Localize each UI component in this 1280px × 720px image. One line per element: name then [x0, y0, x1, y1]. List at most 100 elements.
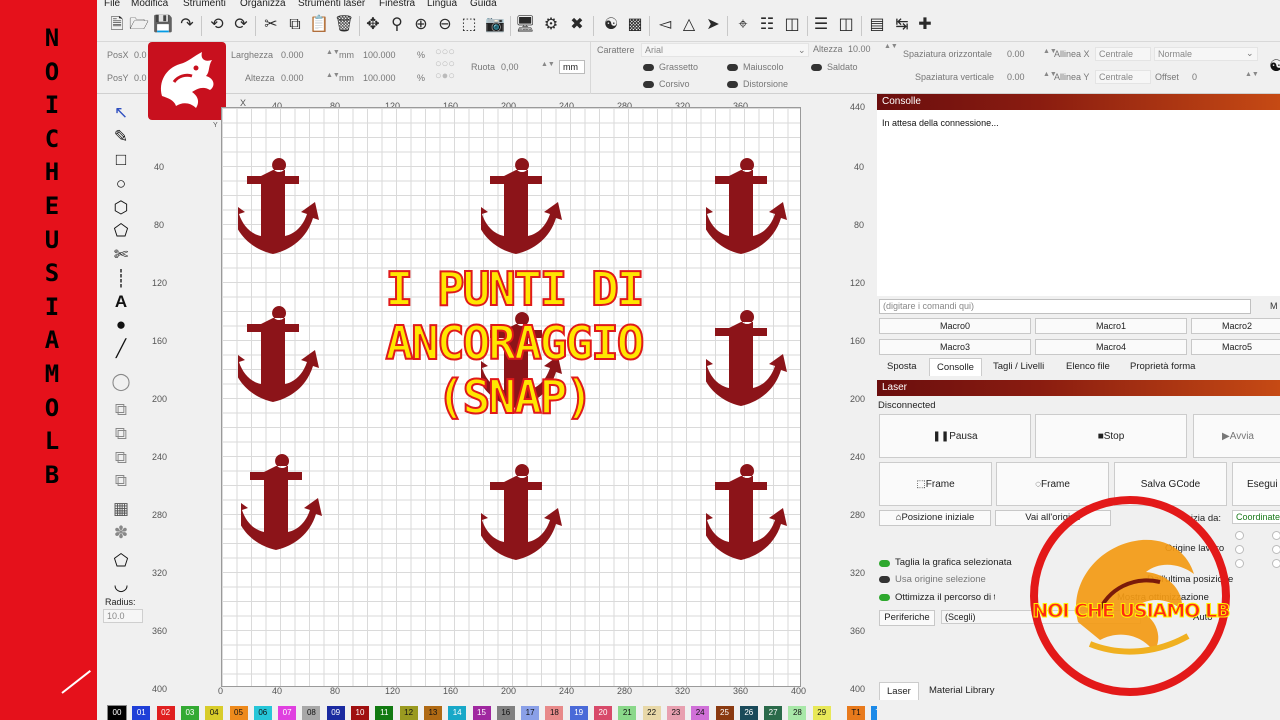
- measure-icon[interactable]: ╱: [109, 338, 133, 360]
- command-input[interactable]: (digitare i comandi qui): [879, 299, 1251, 314]
- scale-x-field[interactable]: 100.000: [363, 50, 396, 60]
- devices-button[interactable]: Periferiche: [879, 610, 935, 626]
- origin-radio-ml[interactable]: [1235, 545, 1244, 554]
- color-swatch-09[interactable]: 09: [326, 706, 345, 720]
- tab-file-list[interactable]: Elenco file: [1066, 358, 1110, 376]
- color-swatch-27[interactable]: 27: [764, 706, 783, 720]
- tab-shape-properties[interactable]: Proprietà forma: [1130, 358, 1195, 376]
- origin-radio-bm[interactable]: [1272, 559, 1280, 568]
- unit-toggle-button[interactable]: mm: [559, 60, 585, 74]
- redo-icon[interactable]: ⟳: [231, 14, 251, 36]
- tab-cuts-layers[interactable]: Tagli / Livelli: [993, 358, 1044, 376]
- settings-icon[interactable]: ⚙: [541, 14, 561, 36]
- polygon-icon[interactable]: ⬡: [109, 197, 133, 219]
- save-icon[interactable]: 💾: [153, 14, 173, 36]
- cut-icon[interactable]: ✂: [261, 14, 281, 36]
- offset-spin-icon[interactable]: ▲▼: [1245, 71, 1259, 78]
- run-button[interactable]: Esegui: [1232, 462, 1280, 506]
- boolean-sub-icon[interactable]: ⧉: [109, 423, 133, 445]
- color-swatch-14[interactable]: 14: [448, 706, 467, 720]
- send-icon[interactable]: ➤: [703, 14, 723, 36]
- weld-icon[interactable]: ⧉: [109, 470, 133, 492]
- circular-array-icon[interactable]: ✽: [109, 522, 133, 544]
- height-field[interactable]: 0.000: [281, 73, 304, 83]
- anchor-shape[interactable]: [706, 156, 788, 256]
- resize-icon[interactable]: ↹: [892, 14, 912, 36]
- aligny-select[interactable]: Centrale: [1095, 70, 1151, 84]
- color-swatch-28[interactable]: 28: [788, 706, 807, 720]
- color-swatch-T1[interactable]: T1: [847, 706, 865, 720]
- anchor-grid-icon[interactable]: ○○○ ○○○ ○●○: [435, 46, 455, 82]
- color-swatch-16[interactable]: 16: [496, 706, 515, 720]
- boolean-intersect-icon[interactable]: ⧉: [109, 447, 133, 469]
- scissors-icon[interactable]: ✄: [109, 244, 133, 266]
- color-swatch-29[interactable]: 29: [812, 706, 831, 720]
- round-corner-icon[interactable]: ◡: [109, 574, 133, 596]
- offset-field[interactable]: 0: [1192, 72, 1197, 82]
- width-field[interactable]: 0.000: [281, 50, 304, 60]
- zoom-in-icon[interactable]: ⊕: [411, 14, 431, 36]
- rectangle-icon[interactable]: □: [109, 149, 133, 171]
- align-horizontal-icon[interactable]: ☰: [811, 14, 831, 36]
- group-icon[interactable]: ☯: [601, 14, 621, 36]
- new-file-icon[interactable]: 🗎: [107, 14, 127, 36]
- menu-file[interactable]: File: [104, 0, 120, 9]
- color-swatch-07[interactable]: 07: [278, 706, 297, 720]
- hspace-field[interactable]: 0.00: [1007, 49, 1025, 59]
- origin-radio-tl[interactable]: [1235, 531, 1244, 540]
- anchor-shape[interactable]: [706, 308, 788, 408]
- start-button[interactable]: ▶Avvia: [1193, 414, 1280, 458]
- rotate-field[interactable]: 0,00: [501, 62, 519, 72]
- select-frame-icon[interactable]: ⬚: [459, 14, 479, 36]
- zoom-fit-icon[interactable]: ⚲: [387, 14, 407, 36]
- circle-icon[interactable]: ○: [109, 173, 133, 195]
- distribute-icon[interactable]: ◫: [836, 14, 856, 36]
- align-icon[interactable]: ▩: [625, 14, 645, 36]
- uppercase-toggle[interactable]: [727, 64, 738, 71]
- move-icon[interactable]: ✥: [363, 14, 383, 36]
- save-as-icon[interactable]: ↷: [177, 14, 197, 36]
- anchor-shape[interactable]: [706, 462, 788, 562]
- home-button[interactable]: ⌂Posizione iniziale: [879, 510, 991, 526]
- paste-icon[interactable]: 📋: [309, 14, 329, 36]
- alignx-select[interactable]: Centrale: [1095, 47, 1151, 61]
- color-swatch-12[interactable]: 12: [399, 706, 418, 720]
- color-swatch-04[interactable]: 04: [205, 706, 224, 720]
- tab-move[interactable]: Sposta: [887, 358, 917, 376]
- anchor-shape[interactable]: [481, 462, 563, 562]
- text-height-spin-icon[interactable]: ▲▼: [884, 43, 898, 50]
- color-swatch-05[interactable]: 05: [229, 706, 248, 720]
- pen-icon[interactable]: ✎: [109, 126, 133, 148]
- color-swatch-24[interactable]: 24: [691, 706, 710, 720]
- color-swatch-18[interactable]: 18: [545, 706, 564, 720]
- dock-icon[interactable]: ▤: [867, 14, 887, 36]
- menu-arrange[interactable]: Organizza: [240, 0, 286, 9]
- text-path-icon[interactable]: ☯: [1269, 56, 1280, 76]
- menu-tools[interactable]: Strumenti: [183, 0, 226, 9]
- undo-icon[interactable]: ⟲: [207, 14, 227, 36]
- pin-icon[interactable]: ●: [109, 314, 133, 336]
- italic-toggle[interactable]: [643, 81, 654, 88]
- cut-selected-toggle[interactable]: [879, 560, 890, 567]
- color-swatch-10[interactable]: 10: [351, 706, 369, 720]
- center-icon[interactable]: ✚: [915, 14, 935, 36]
- tab-laser[interactable]: Laser: [879, 682, 919, 700]
- text-icon[interactable]: A: [109, 291, 133, 313]
- origin-radio-bl[interactable]: [1235, 559, 1244, 568]
- color-swatch-26[interactable]: 26: [739, 706, 758, 720]
- mirror-icon[interactable]: △: [679, 14, 699, 36]
- color-swatch-21[interactable]: 21: [618, 706, 637, 720]
- monitor-icon[interactable]: 🖥: [515, 14, 535, 36]
- frame-button[interactable]: ⬚Frame: [879, 462, 992, 506]
- distort-toggle[interactable]: [727, 81, 738, 88]
- anchor-shape[interactable]: [241, 452, 323, 552]
- color-swatch-15[interactable]: 15: [472, 706, 491, 720]
- bold-toggle[interactable]: [643, 64, 654, 71]
- origin-radio-tm[interactable]: [1272, 531, 1280, 540]
- menu-help[interactable]: Guida: [470, 0, 497, 9]
- color-swatch-19[interactable]: 19: [569, 706, 588, 720]
- origin-radio-mm[interactable]: [1272, 545, 1280, 554]
- camera-icon[interactable]: 📷: [485, 14, 505, 36]
- menu-laser-tools[interactable]: Strumenti laser: [298, 0, 365, 9]
- color-swatch-08[interactable]: 08: [302, 706, 321, 720]
